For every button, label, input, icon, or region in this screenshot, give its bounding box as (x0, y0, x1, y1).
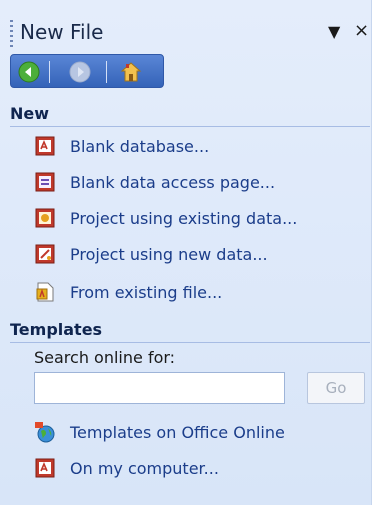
office-online-globe-icon (35, 422, 55, 443)
forward-button[interactable] (68, 60, 92, 84)
section-divider (10, 126, 370, 127)
link-from-existing-file[interactable]: From existing file... (34, 278, 222, 306)
my-computer-template-icon (35, 458, 55, 478)
project-new-data-icon (35, 244, 55, 264)
link-project-new-data[interactable]: Project using new data... (34, 240, 268, 268)
go-button[interactable]: Go (307, 372, 365, 404)
task-pane: New File ▼ × New Blank database... Blank… (0, 0, 372, 505)
section-divider (10, 342, 370, 343)
search-input[interactable] (34, 372, 285, 404)
search-label: Search online for: (34, 348, 176, 367)
toolbar-separator (106, 61, 107, 83)
back-button[interactable] (17, 60, 41, 84)
link-label: Project using new data... (70, 244, 268, 264)
back-arrow-icon (18, 61, 40, 83)
home-button[interactable] (119, 60, 143, 84)
dropdown-arrow-icon[interactable]: ▼ (328, 22, 340, 41)
home-icon (120, 62, 142, 82)
link-label: Project using existing data... (70, 208, 298, 228)
data-access-page-icon (35, 172, 55, 192)
existing-file-icon (36, 282, 54, 302)
link-label: From existing file... (70, 282, 223, 302)
task-pane-titlebar: New File ▼ × (0, 10, 372, 50)
blank-database-icon (35, 136, 55, 156)
link-on-my-computer[interactable]: On my computer... (34, 454, 219, 482)
forward-arrow-icon (69, 61, 91, 83)
link-blank-database[interactable]: Blank database... (34, 132, 209, 160)
link-blank-data-access-page[interactable]: Blank data access page... (34, 168, 275, 196)
link-project-existing-data[interactable]: Project using existing data... (34, 204, 297, 232)
link-label: Blank data access page... (70, 172, 276, 192)
navigation-toolbar (10, 54, 164, 88)
pane-title: New File (20, 20, 104, 44)
project-existing-data-icon (35, 208, 55, 228)
section-header-new: New (10, 104, 50, 123)
drag-grip-icon[interactable] (10, 20, 13, 48)
link-label: Templates on Office Online (70, 422, 285, 442)
toolbar-separator (49, 61, 50, 83)
link-templates-office-online[interactable]: Templates on Office Online (34, 418, 285, 446)
close-button[interactable]: × (354, 20, 369, 41)
section-header-templates: Templates (10, 320, 103, 339)
link-label: Blank database... (70, 136, 210, 156)
link-label: On my computer... (70, 458, 219, 478)
